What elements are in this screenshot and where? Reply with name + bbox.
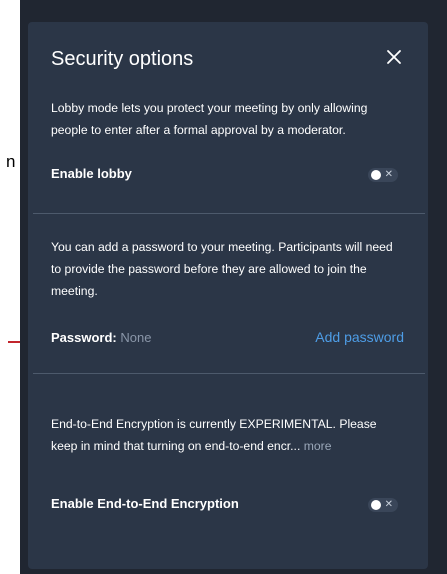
lobby-description: Lobby mode lets you protect your meeting… [51,101,368,137]
password-label: Password: [51,330,117,345]
security-options-dialog: Security options Lobby mode lets you pro… [28,22,428,569]
enable-e2ee-toggle[interactable]: ✕ [368,498,398,512]
section-divider [33,373,425,374]
close-icon [387,50,401,64]
add-password-link[interactable]: Add password [315,329,404,345]
more-link[interactable]: more [304,439,332,453]
close-button[interactable] [384,47,404,67]
dialog-title: Security options [51,48,194,70]
e2ee-description: End-to-End Encryption is currently EXPER… [51,413,403,457]
password-description: You can add a password to your meeting. … [51,240,393,298]
background-text-fragment: n [6,152,16,171]
enable-lobby-label: Enable lobby [51,166,132,181]
enable-e2ee-label: Enable End-to-End Encryption [51,496,239,511]
password-row: Password: None [51,330,151,345]
enable-lobby-toggle[interactable]: ✕ [368,168,398,182]
toggle-knob [371,170,381,180]
section-divider [33,213,425,214]
toggle-off-icon: ✕ [384,169,393,180]
password-value: None [120,330,152,345]
toggle-off-icon: ✕ [384,499,393,510]
toggle-knob [371,500,381,510]
